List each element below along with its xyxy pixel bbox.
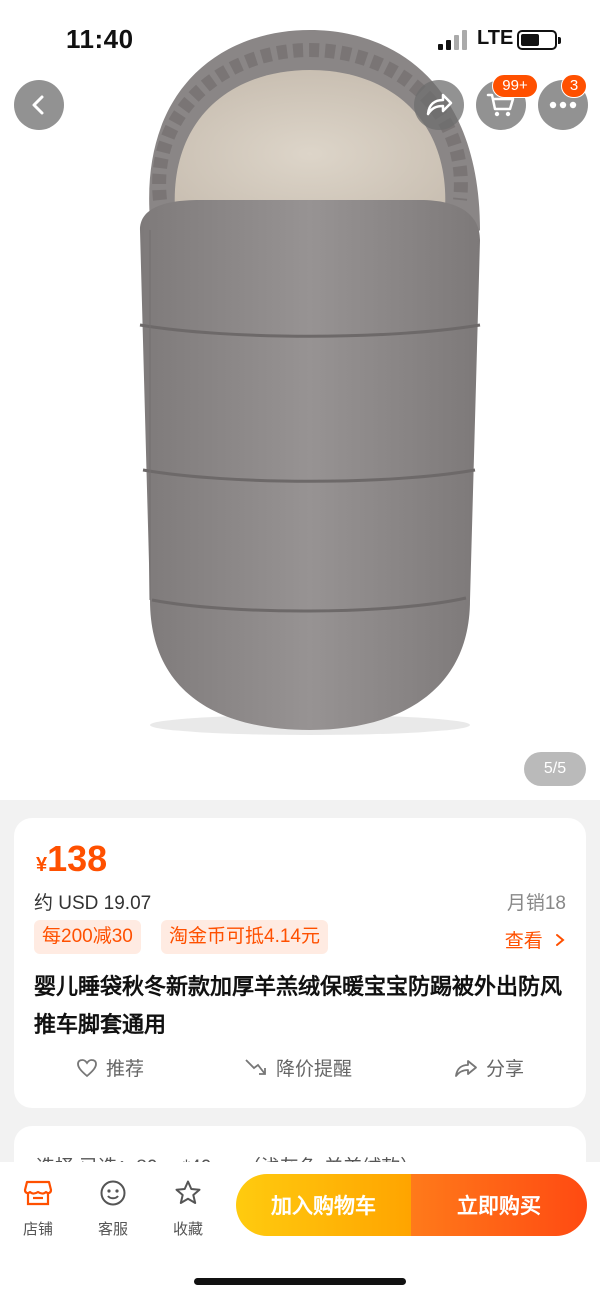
currency-symbol: ¥ [36, 854, 48, 876]
price-value: 138 [47, 838, 108, 879]
shop-tab-label: 店铺 [22, 1221, 53, 1238]
price-drop-label: 降价提醒 [276, 1059, 353, 1080]
share-product-button[interactable]: 分享 [454, 1054, 524, 1081]
customer-service-label: 客服 [97, 1221, 128, 1238]
favorite-label: 收藏 [172, 1221, 203, 1238]
network-type: LTE [477, 27, 514, 49]
price-drop-icon [245, 1058, 266, 1075]
more-dots-icon [549, 101, 577, 109]
share-label: 分享 [486, 1059, 525, 1080]
star-icon [175, 1180, 201, 1204]
product-actions: 推荐 降价提醒 分享 [14, 1054, 586, 1090]
product-info-card: ¥138 约 USD 19.07 月销18 每200减30 淘金币可抵4.14元… [14, 818, 586, 1108]
customer-service-icon [100, 1180, 126, 1206]
view-promotions-link[interactable]: 查看 [505, 926, 566, 953]
heart-icon [77, 1058, 97, 1077]
view-link-label: 查看 [504, 931, 543, 952]
monthly-sales: 月销18 [506, 893, 566, 914]
chevron-left-icon [32, 95, 44, 115]
cart-count-badge: 99+ [492, 74, 538, 98]
image-page-indicator: 5/5 [524, 752, 586, 786]
recommend-button[interactable]: 推荐 [76, 1054, 144, 1081]
share-icon [455, 1059, 477, 1077]
home-indicator [194, 1278, 406, 1285]
add-to-cart-button[interactable]: 加入购物车 [236, 1174, 411, 1236]
status-bar: 11:40 LTE [0, 0, 600, 80]
price-drop-alert-button[interactable]: 降价提醒 [244, 1054, 352, 1081]
bottom-action-bar: 店铺 客服 收藏 加入购物车 立即购买 [0, 1162, 600, 1297]
product-title: 婴儿睡袋秋冬新款加厚羊羔绒保暖宝宝防踢被外出防风推车脚套通用 [34, 974, 563, 1037]
purchase-buttons: 加入购物车 立即购买 [236, 1174, 587, 1236]
customer-service-tab[interactable]: 客服 [83, 1176, 143, 1239]
back-button[interactable] [14, 80, 64, 130]
recommend-label: 推荐 [106, 1059, 145, 1080]
promo-tag-discount[interactable]: 每200减30 [34, 920, 141, 954]
share-arrow-icon [426, 93, 453, 116]
usd-price: 约 USD 19.07 [34, 893, 152, 914]
battery-icon [517, 30, 561, 50]
favorite-tab[interactable]: 收藏 [158, 1176, 218, 1239]
product-price: ¥138 [36, 838, 107, 880]
promo-tag-coins[interactable]: 淘金币可抵4.14元 [161, 920, 328, 954]
share-button[interactable] [414, 80, 464, 130]
chevron-right-icon [556, 934, 565, 946]
shop-icon [23, 1180, 53, 1206]
message-count-badge: 3 [561, 74, 587, 98]
clock: 11:40 [66, 24, 134, 54]
signal-icon [438, 30, 468, 50]
buy-now-button[interactable]: 立即购买 [411, 1174, 587, 1236]
shop-tab[interactable]: 店铺 [8, 1176, 68, 1239]
